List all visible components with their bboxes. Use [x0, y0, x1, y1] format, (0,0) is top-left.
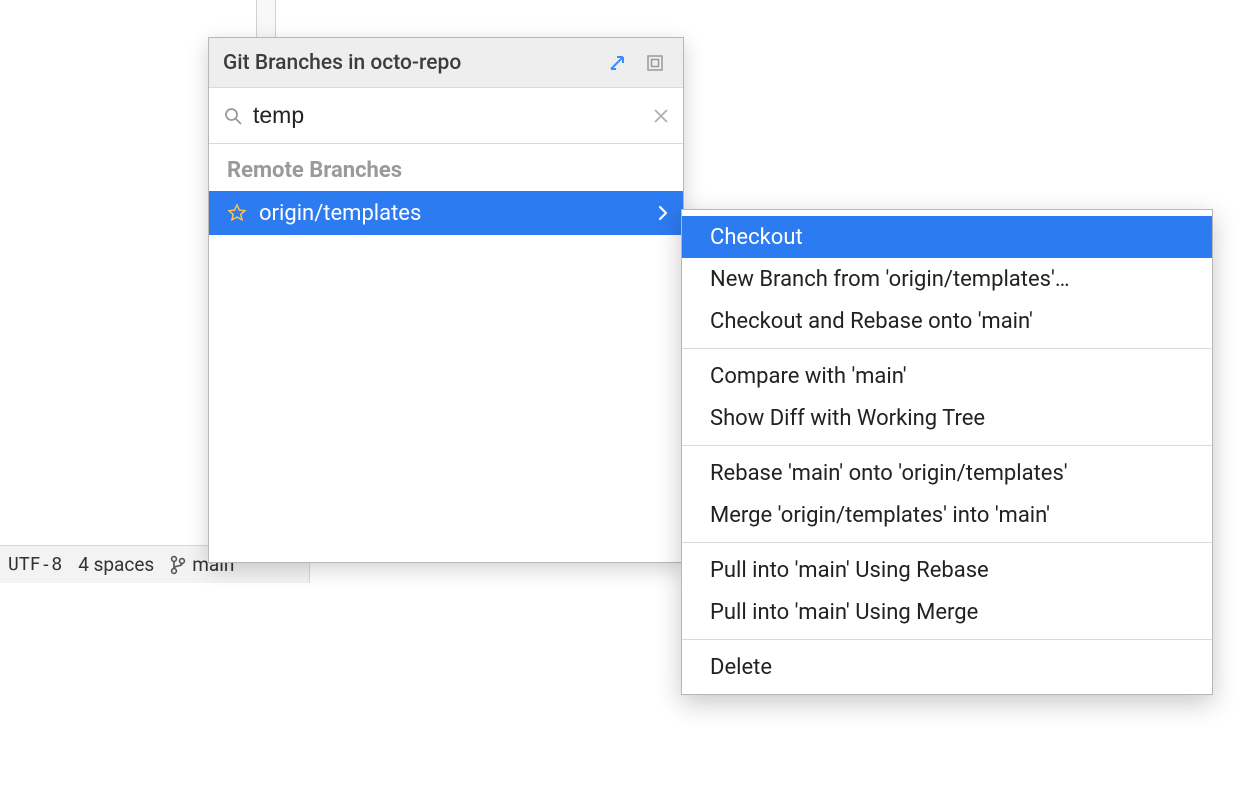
menu-divider: [682, 639, 1212, 640]
menu-item[interactable]: Rebase 'main' onto 'origin/templates': [682, 452, 1212, 494]
decorative-connector: [256, 0, 276, 37]
branch-context-menu: CheckoutNew Branch from 'origin/template…: [681, 209, 1213, 695]
branch-icon: [170, 555, 186, 575]
search-input[interactable]: [253, 102, 643, 129]
expand-icon[interactable]: [641, 49, 669, 77]
favorite-star-icon[interactable]: [227, 203, 247, 223]
menu-item[interactable]: Delete: [682, 646, 1212, 688]
menu-item[interactable]: Checkout and Rebase onto 'main': [682, 300, 1212, 342]
encoding-indicator[interactable]: UTF-8: [8, 554, 62, 575]
menu-item[interactable]: Show Diff with Working Tree: [682, 397, 1212, 439]
branch-item[interactable]: origin/templates: [209, 191, 683, 235]
popup-title: Git Branches in octo-repo: [223, 51, 593, 75]
menu-divider: [682, 542, 1212, 543]
menu-divider: [682, 445, 1212, 446]
git-branches-popup: Git Branches in octo-repo: [208, 37, 684, 563]
search-icon: [223, 106, 243, 126]
search-row: [209, 88, 683, 144]
fetch-icon[interactable]: [603, 49, 631, 77]
branch-list: origin/templates: [209, 191, 683, 235]
popup-header: Git Branches in octo-repo: [209, 38, 683, 88]
menu-item[interactable]: New Branch from 'origin/templates'…: [682, 258, 1212, 300]
section-remote-branches: Remote Branches: [209, 144, 683, 191]
clear-search-icon[interactable]: [653, 108, 669, 124]
menu-item[interactable]: Pull into 'main' Using Rebase: [682, 549, 1212, 591]
menu-item[interactable]: Merge 'origin/templates' into 'main': [682, 494, 1212, 536]
indent-indicator[interactable]: 4 spaces: [78, 553, 154, 576]
menu-item[interactable]: Compare with 'main': [682, 355, 1212, 397]
chevron-right-icon: [657, 204, 669, 222]
menu-item[interactable]: Checkout: [682, 216, 1212, 258]
menu-divider: [682, 348, 1212, 349]
branch-name: origin/templates: [259, 201, 645, 226]
menu-item[interactable]: Pull into 'main' Using Merge: [682, 591, 1212, 633]
